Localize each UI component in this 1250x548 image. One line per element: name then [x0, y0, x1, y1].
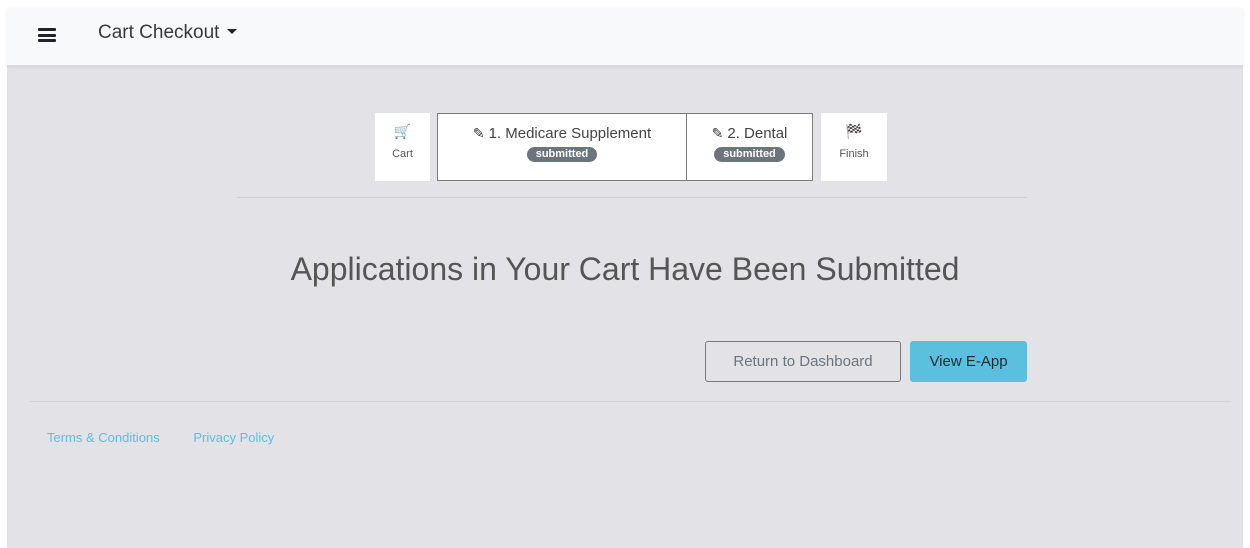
status-badge: submitted [714, 147, 785, 162]
footer-divider [30, 401, 1231, 402]
footer-links: Terms & Conditions Privacy Policy [47, 430, 304, 445]
step-cart[interactable]: 🛒 Cart [375, 113, 430, 181]
nav-title: Cart Checkout [98, 22, 220, 43]
signature-icon: ✎ [472, 125, 485, 141]
shopping-cart-icon: 🛒 [393, 123, 412, 139]
checkered-flag-icon: 🏁 [845, 123, 863, 139]
step-finish[interactable]: 🏁 Finish [821, 113, 887, 181]
hamburger-icon[interactable] [38, 28, 56, 42]
privacy-link[interactable]: Privacy Policy [193, 430, 274, 445]
cart-checkout-dropdown[interactable]: Cart Checkout [98, 22, 238, 44]
caret-down-icon [227, 29, 238, 34]
step-finish-label: Finish [839, 148, 869, 160]
top-navbar: Cart Checkout [7, 8, 1243, 66]
step-medicare-supplement[interactable]: ✎ 1. Medicare Supplement submitted [437, 113, 687, 181]
view-e-app-button[interactable]: View E-App [910, 341, 1027, 382]
step-dental[interactable]: ✎ 2. Dental submitted [686, 113, 813, 181]
app-frame: Cart Checkout 🛒 Cart ✎ 1. Medicare Supple… [7, 8, 1243, 548]
step-app-label: 2. Dental [727, 125, 788, 142]
steps-divider [237, 197, 1027, 198]
signature-icon: ✎ [711, 125, 724, 141]
page-heading: Applications in Your Cart Have Been Subm… [290, 251, 960, 287]
checkout-steps: 🛒 Cart ✎ 1. Medicare Supplement submitted… [375, 113, 887, 181]
status-badge: submitted [526, 147, 598, 162]
step-app-label: 1. Medicare Supplement [488, 125, 652, 142]
step-cart-label: Cart [392, 148, 413, 160]
return-to-dashboard-button[interactable]: Return to Dashboard [705, 341, 901, 382]
terms-link[interactable]: Terms & Conditions [47, 430, 160, 445]
